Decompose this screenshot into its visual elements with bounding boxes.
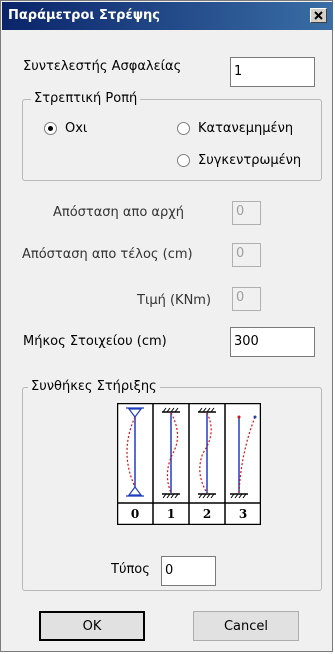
torsion-moment-legend: Στρεπτική Ροπή: [31, 91, 141, 106]
close-icon: [314, 11, 323, 20]
radio-none[interactable]: [44, 122, 57, 135]
torsion-moment-group: [22, 99, 322, 181]
close-button[interactable]: [310, 8, 327, 23]
radio-concentrated[interactable]: [177, 154, 190, 167]
support-types-diagram[interactable]: 0 1 2 3: [116, 402, 262, 526]
type-label: Τύπος: [111, 562, 150, 577]
cancel-button[interactable]: Cancel: [193, 611, 299, 641]
radio-distributed-label: Κατανεμημένη: [198, 121, 294, 136]
support-type-label-1: 1: [166, 507, 176, 521]
support-type-label-0: 0: [130, 507, 140, 521]
value-knm-label: Τιμή (KNm): [137, 293, 212, 308]
title-bar: Παράμετροι Στρέψης: [2, 2, 333, 30]
ok-button[interactable]: OK: [39, 611, 145, 641]
element-length-label: Μήκος Στοιχείου (cm): [23, 334, 167, 349]
distance-start-label: Απόσταση απο αρχή: [53, 205, 184, 220]
radio-concentrated-label: Συγκεντρωμένη: [198, 153, 302, 168]
distance-end-label: Απόσταση απο τέλος (cm): [22, 247, 193, 262]
support-type-label-2: 2: [202, 507, 212, 521]
value-knm-input[interactable]: 0: [232, 287, 261, 311]
radio-selected-dot: [48, 126, 53, 131]
radio-none-label: Oxι: [65, 121, 88, 136]
support-conditions-legend: Συνθήκες Στήριξης: [28, 379, 160, 394]
window-title: Παράμετροι Στρέψης: [8, 8, 160, 23]
support-type-label-3: 3: [238, 507, 248, 521]
distance-start-input[interactable]: 0: [232, 201, 261, 225]
type-input[interactable]: 0: [161, 556, 216, 586]
element-length-input[interactable]: 300: [230, 327, 315, 357]
radio-distributed[interactable]: [177, 122, 190, 135]
safety-factor-input[interactable]: 1: [230, 57, 315, 87]
distance-end-input[interactable]: 0: [232, 243, 261, 267]
safety-factor-label: Συντελεστής Ασφαλείας: [23, 59, 182, 74]
torsion-parameters-dialog: Παράμετροι Στρέψης Συντελεστής Ασφαλείας…: [0, 0, 333, 652]
